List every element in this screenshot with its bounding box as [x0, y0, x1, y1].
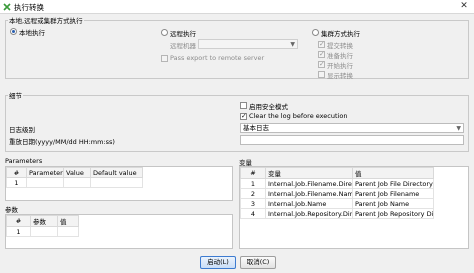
table-cell[interactable]: Parent Job Name: [352, 198, 434, 209]
parameters-table: # Parameter Value Default value 1: [6, 167, 143, 188]
table-row[interactable]: 1 Internal.Job.Filename.Direc... Parent …: [240, 178, 434, 189]
table-row[interactable]: 4 Internal.Job.Repository.Dir... Parent …: [240, 208, 434, 219]
column-header[interactable]: Value: [63, 167, 91, 178]
local-execution-radio[interactable]: [10, 28, 17, 35]
row-number: 3: [240, 198, 266, 209]
cluster-option-label: 提交转换: [327, 42, 353, 50]
table-header-row: # Parameter Value Default value: [6, 167, 143, 178]
cluster-execution-label: 集群方式执行: [321, 30, 360, 38]
column-header[interactable]: 值: [57, 215, 79, 227]
column-header[interactable]: 值: [352, 167, 434, 179]
table-cell[interactable]: Internal.Job.Name: [265, 198, 353, 209]
chevron-down-icon: ▼: [290, 41, 295, 48]
row-number: 1: [6, 177, 27, 188]
cluster-option-label: 准备执行: [327, 52, 353, 60]
close-icon[interactable]: ✕: [454, 0, 474, 13]
clear-log-checkbox[interactable]: [240, 112, 247, 120]
table-cell[interactable]: [30, 226, 58, 237]
table-cell[interactable]: Internal.Job.Filename.Direc...: [265, 178, 353, 189]
remote-execution-label: 远程执行: [170, 30, 196, 38]
clear-log-label: Clear the log before execution: [249, 112, 348, 120]
table-cell[interactable]: [57, 226, 79, 237]
column-header[interactable]: #: [240, 167, 266, 179]
row-number: 4: [240, 208, 266, 219]
table-row[interactable]: 1: [6, 177, 143, 188]
log-level-label: 日志级别: [9, 126, 35, 134]
column-header[interactable]: Parameter: [26, 167, 64, 178]
column-header[interactable]: #: [6, 215, 31, 227]
execution-mode-group: [5, 20, 469, 79]
table-cell[interactable]: Parent Job Repository Dir...: [352, 208, 434, 219]
table-row[interactable]: 2 Internal.Job.Filename.Name Parent Job …: [240, 188, 434, 199]
row-number: 2: [240, 188, 266, 199]
window-title: 执行转换: [14, 3, 44, 12]
pass-export-label: Pass export to remote server: [170, 54, 265, 62]
row-number: 1: [6, 226, 31, 237]
cancel-button[interactable]: 取消(C): [240, 256, 276, 269]
chevron-down-icon: ▼: [456, 125, 461, 132]
cluster-start-checkbox[interactable]: [318, 60, 325, 68]
table-cell[interactable]: [26, 177, 64, 188]
column-header[interactable]: #: [6, 167, 27, 178]
table-cell[interactable]: Parent Job Filename: [352, 188, 434, 199]
table-row[interactable]: 1: [6, 226, 79, 237]
column-header[interactable]: 变量: [265, 167, 353, 179]
log-level-value: 基本日志: [243, 124, 269, 132]
replay-date-label: 重放日期(yyyy/MM/dd HH:mm:ss): [9, 138, 115, 146]
arguments-title: 参数: [5, 206, 18, 214]
pass-export-checkbox[interactable]: [161, 55, 168, 62]
remote-server-select[interactable]: ▼: [198, 39, 298, 49]
variables-table: # 变量 值 1 Internal.Job.Filename.Direc... …: [240, 167, 434, 219]
execution-mode-title: 本地,远程或集群方式执行: [8, 15, 84, 25]
parameters-title: Parameters: [5, 157, 43, 165]
cluster-prepare-checkbox[interactable]: [318, 50, 325, 58]
cluster-execution-radio[interactable]: [312, 29, 319, 36]
table-cell[interactable]: [90, 177, 143, 188]
table-header-row: # 参数 值: [6, 215, 79, 227]
cluster-post-checkbox[interactable]: [318, 40, 325, 48]
local-execution-label: 本地执行: [19, 29, 45, 37]
log-level-select[interactable]: 基本日志 ▼: [240, 123, 464, 133]
remote-server-label: 远程机器: [170, 42, 196, 50]
replay-date-input[interactable]: [240, 135, 464, 145]
table-cell[interactable]: Parent Job File Directory: [352, 178, 434, 189]
table-row[interactable]: 3 Internal.Job.Name Parent Job Name: [240, 198, 434, 209]
table-header-row: # 变量 值: [240, 167, 434, 179]
table-cell[interactable]: Internal.Job.Repository.Dir...: [265, 208, 353, 219]
title-bar: 执行转换 ✕: [0, 0, 474, 14]
cluster-option-label: 显示转换: [327, 72, 353, 80]
app-logo-icon: [3, 3, 11, 11]
launch-button[interactable]: 启动(L): [200, 256, 236, 269]
cluster-show-checkbox[interactable]: [318, 71, 325, 78]
safe-mode-label: 启用安全模式: [249, 103, 288, 111]
details-title: 细节: [8, 90, 23, 100]
table-cell[interactable]: [63, 177, 91, 188]
column-header[interactable]: 参数: [30, 215, 58, 227]
column-header[interactable]: Default value: [90, 167, 143, 178]
arguments-table: # 参数 值 1: [6, 215, 79, 237]
remote-execution-radio[interactable]: [161, 29, 168, 36]
table-cell[interactable]: Internal.Job.Filename.Name: [265, 188, 353, 199]
safe-mode-checkbox[interactable]: [240, 102, 247, 109]
row-number: 1: [240, 178, 266, 189]
cluster-option-label: 开始执行: [327, 62, 353, 70]
